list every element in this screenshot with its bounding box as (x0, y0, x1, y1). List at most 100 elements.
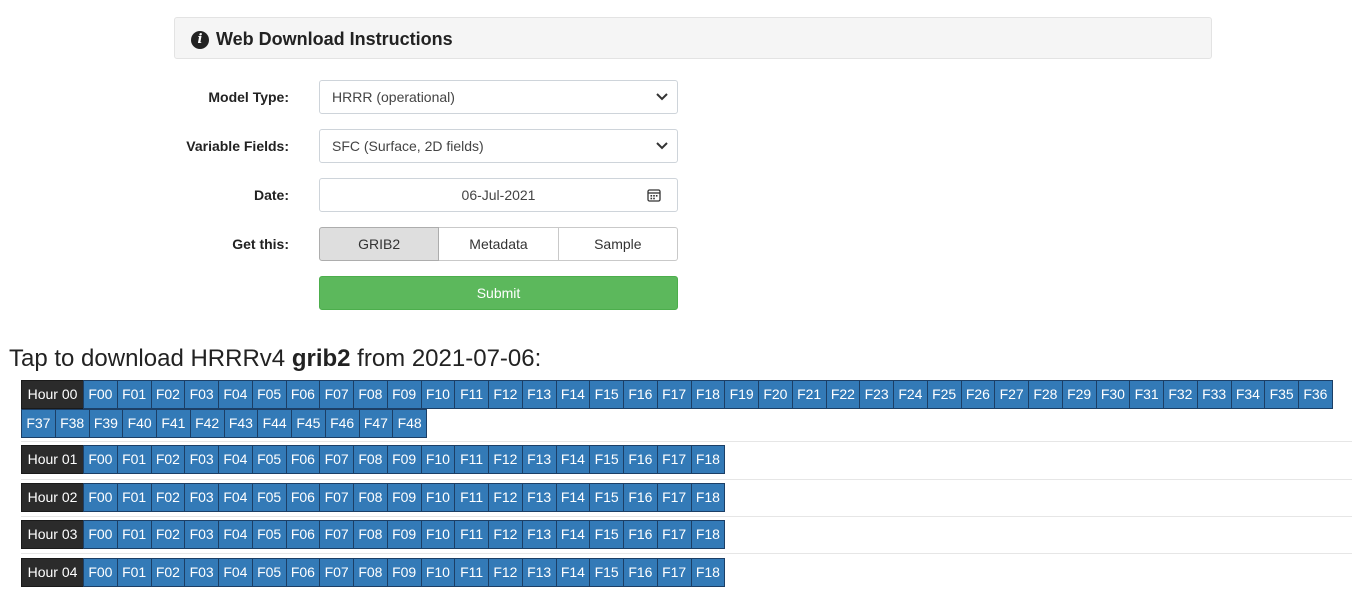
forecast-download-button[interactable]: F06 (285, 380, 321, 409)
forecast-download-button[interactable]: F09 (386, 558, 422, 587)
forecast-download-button[interactable]: F18 (690, 520, 726, 549)
forecast-download-button[interactable]: F01 (116, 483, 152, 512)
forecast-download-button[interactable]: F10 (420, 483, 456, 512)
variable-fields-select[interactable]: SFC (Surface, 2D fields) (319, 129, 678, 163)
forecast-download-button[interactable]: F01 (116, 445, 152, 474)
forecast-download-button[interactable]: F39 (88, 409, 124, 438)
forecast-download-button[interactable]: F07 (319, 483, 354, 512)
forecast-download-button[interactable]: F07 (319, 380, 354, 409)
forecast-download-button[interactable]: F12 (488, 558, 523, 587)
forecast-download-button[interactable]: F12 (488, 483, 523, 512)
forecast-download-button[interactable]: F27 (994, 380, 1029, 409)
forecast-download-button[interactable]: F09 (386, 520, 422, 549)
forecast-download-button[interactable]: F15 (589, 483, 624, 512)
forecast-download-button[interactable]: F13 (521, 520, 557, 549)
forecast-download-button[interactable]: F46 (324, 409, 360, 438)
forecast-download-button[interactable]: F25 (926, 380, 962, 409)
forecast-download-button[interactable]: F13 (521, 483, 557, 512)
forecast-download-button[interactable]: F09 (386, 445, 422, 474)
forecast-download-button[interactable]: F02 (150, 483, 186, 512)
forecast-download-button[interactable]: F16 (623, 445, 658, 474)
forecast-download-button[interactable]: F42 (189, 409, 225, 438)
forecast-download-button[interactable]: F07 (319, 558, 354, 587)
forecast-download-button[interactable]: F06 (285, 520, 321, 549)
forecast-download-button[interactable]: F14 (555, 380, 591, 409)
forecast-download-button[interactable]: F16 (623, 380, 658, 409)
forecast-download-button[interactable]: F03 (184, 380, 219, 409)
forecast-download-button[interactable]: F11 (454, 380, 489, 409)
forecast-download-button[interactable]: F11 (454, 483, 489, 512)
forecast-download-button[interactable]: F15 (589, 445, 624, 474)
forecast-download-button[interactable]: F03 (184, 520, 219, 549)
forecast-download-button[interactable]: F35 (1264, 380, 1299, 409)
forecast-download-button[interactable]: F16 (623, 483, 658, 512)
forecast-download-button[interactable]: F09 (386, 483, 422, 512)
forecast-download-button[interactable]: F30 (1095, 380, 1131, 409)
forecast-download-button[interactable]: F48 (392, 409, 427, 438)
forecast-download-button[interactable]: F15 (589, 558, 624, 587)
forecast-download-button[interactable]: F31 (1129, 380, 1164, 409)
forecast-download-button[interactable]: F01 (116, 380, 152, 409)
forecast-download-button[interactable]: F14 (555, 520, 591, 549)
forecast-download-button[interactable]: F05 (251, 558, 287, 587)
forecast-download-button[interactable]: F17 (656, 520, 692, 549)
forecast-download-button[interactable]: F02 (150, 558, 186, 587)
forecast-download-button[interactable]: F08 (353, 558, 388, 587)
forecast-download-button[interactable]: F17 (656, 483, 692, 512)
forecast-download-button[interactable]: F04 (218, 380, 253, 409)
calendar-icon[interactable] (647, 188, 661, 202)
date-input[interactable]: 06-Jul-2021 (319, 178, 678, 212)
forecast-download-button[interactable]: F08 (353, 445, 388, 474)
forecast-download-button[interactable]: F36 (1298, 380, 1333, 409)
forecast-download-button[interactable]: F15 (589, 520, 624, 549)
forecast-download-button[interactable]: F08 (353, 483, 388, 512)
forecast-download-button[interactable]: F23 (859, 380, 894, 409)
forecast-download-button[interactable]: F43 (223, 409, 259, 438)
forecast-download-button[interactable]: F14 (555, 445, 591, 474)
forecast-download-button[interactable]: F11 (454, 558, 489, 587)
forecast-download-button[interactable]: F20 (758, 380, 793, 409)
forecast-download-button[interactable]: F02 (150, 445, 186, 474)
forecast-download-button[interactable]: F38 (54, 409, 90, 438)
forecast-download-button[interactable]: F14 (555, 558, 591, 587)
forecast-download-button[interactable]: F00 (83, 445, 118, 474)
submit-button[interactable]: Submit (319, 276, 678, 310)
forecast-download-button[interactable]: F08 (353, 380, 388, 409)
forecast-download-button[interactable]: F01 (116, 558, 152, 587)
forecast-download-button[interactable]: F26 (960, 380, 996, 409)
forecast-download-button[interactable]: F05 (251, 520, 287, 549)
forecast-download-button[interactable]: F06 (285, 483, 321, 512)
forecast-download-button[interactable]: F16 (623, 520, 658, 549)
model-type-select[interactable]: HRRR (operational) (319, 80, 678, 114)
forecast-download-button[interactable]: F05 (251, 380, 287, 409)
forecast-download-button[interactable]: F06 (285, 445, 321, 474)
forecast-download-button[interactable]: F18 (690, 380, 726, 409)
forecast-download-button[interactable]: F24 (893, 380, 928, 409)
forecast-download-button[interactable]: F04 (218, 483, 253, 512)
forecast-download-button[interactable]: F05 (251, 445, 287, 474)
forecast-download-button[interactable]: F00 (83, 380, 118, 409)
metadata-option-button[interactable]: Metadata (439, 227, 559, 261)
forecast-download-button[interactable]: F03 (184, 558, 219, 587)
forecast-download-button[interactable]: F37 (21, 409, 56, 438)
forecast-download-button[interactable]: F07 (319, 520, 354, 549)
forecast-download-button[interactable]: F15 (589, 380, 624, 409)
forecast-download-button[interactable]: F29 (1061, 380, 1097, 409)
forecast-download-button[interactable]: F17 (656, 445, 692, 474)
forecast-download-button[interactable]: F47 (358, 409, 394, 438)
forecast-download-button[interactable]: F05 (251, 483, 287, 512)
forecast-download-button[interactable]: F03 (184, 483, 219, 512)
sample-option-button[interactable]: Sample (558, 227, 678, 261)
forecast-download-button[interactable]: F45 (291, 409, 326, 438)
forecast-download-button[interactable]: F13 (521, 445, 557, 474)
forecast-download-button[interactable]: F08 (353, 520, 388, 549)
forecast-download-button[interactable]: F21 (791, 380, 827, 409)
forecast-download-button[interactable]: F09 (386, 380, 422, 409)
forecast-download-button[interactable]: F34 (1230, 380, 1266, 409)
forecast-download-button[interactable]: F01 (116, 520, 152, 549)
forecast-download-button[interactable]: F10 (420, 380, 456, 409)
forecast-download-button[interactable]: F04 (218, 520, 253, 549)
forecast-download-button[interactable]: F11 (454, 445, 489, 474)
forecast-download-button[interactable]: F22 (825, 380, 861, 409)
forecast-download-button[interactable]: F12 (488, 380, 523, 409)
